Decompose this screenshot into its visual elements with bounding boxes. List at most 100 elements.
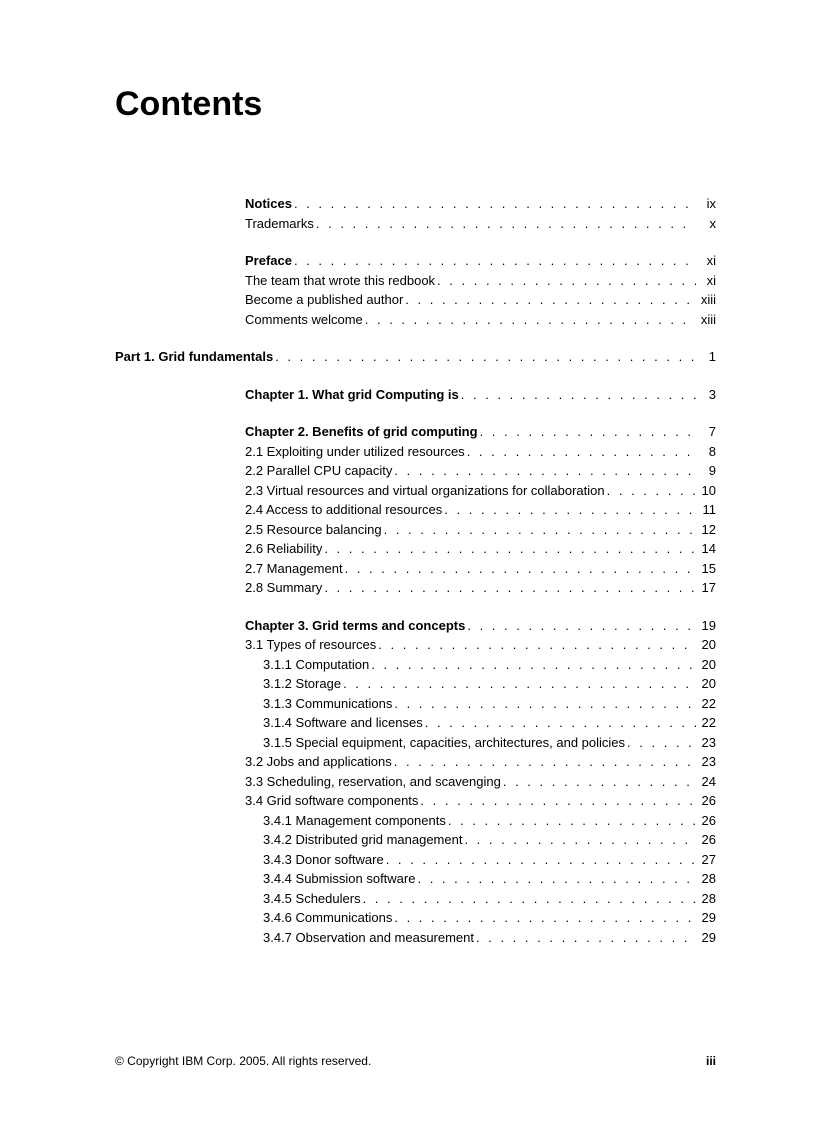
toc-entry-label: 2.6 Reliability	[245, 539, 322, 559]
toc-entry-page: ix	[698, 194, 716, 214]
toc-group: PrefacexiThe team that wrote this redboo…	[115, 251, 716, 329]
toc-entry-page: 26	[698, 791, 716, 811]
toc-entry-page: 22	[698, 713, 716, 733]
toc-group: Notices ix Trademarks x	[115, 194, 716, 233]
toc-entry-label: Become a published author	[245, 290, 403, 310]
toc-entry-label: 3.2 Jobs and applications	[245, 752, 392, 772]
toc-entry-page: 3	[698, 385, 716, 405]
toc-leader-dots	[275, 347, 696, 367]
toc-leader-dots	[394, 694, 696, 714]
toc-entry-label: 2.7 Management	[245, 559, 343, 579]
toc-entry-label: Preface	[245, 251, 292, 271]
toc-entry-page: 7	[698, 422, 716, 442]
toc-leader-dots	[448, 811, 696, 831]
toc-entry: 2.5 Resource balancing 12	[245, 520, 716, 540]
table-of-contents: NoticesixTrademarksxPrefacexiThe team th…	[115, 194, 716, 947]
toc-entry-label: Chapter 2. Benefits of grid computing	[245, 422, 478, 442]
toc-leader-dots	[425, 713, 696, 733]
toc-entry-label: 3.1.3 Communications	[263, 694, 392, 714]
toc-entry: 3.4 Grid software components26	[245, 791, 716, 811]
toc-entry: Chapter 2. Benefits of grid computing 7	[245, 422, 716, 442]
toc-entry-label: 3.4.5 Schedulers	[263, 889, 361, 909]
toc-entry-page: 17	[698, 578, 716, 598]
footer-page-number: iii	[706, 1054, 716, 1068]
toc-leader-dots	[363, 889, 696, 909]
toc-entry-page: xi	[698, 251, 716, 271]
toc-entry: The team that wrote this redbookxi	[245, 271, 716, 291]
toc-entry: 2.6 Reliability 14	[245, 539, 716, 559]
toc-entry: 3.4.3 Donor software27	[263, 850, 716, 870]
toc-leader-dots	[294, 251, 696, 271]
toc-entry-label: Chapter 3. Grid terms and concepts	[245, 616, 465, 636]
toc-entry: 2.2 Parallel CPU capacity9	[245, 461, 716, 481]
toc-entry-label: 2.8 Summary	[245, 578, 322, 598]
toc-leader-dots	[394, 461, 696, 481]
toc-entry-label: 2.3 Virtual resources and virtual organi…	[245, 481, 605, 501]
toc-entry-label: 3.1.5 Special equipment, capacities, arc…	[263, 733, 625, 753]
toc-entry-page: xiii	[698, 290, 716, 310]
toc-entry-label: 3.3 Scheduling, reservation, and scaveng…	[245, 772, 501, 792]
toc-leader-dots	[444, 500, 696, 520]
toc-entry-label: 2.4 Access to additional resources	[245, 500, 442, 520]
toc-entry-page: 23	[698, 752, 716, 772]
toc-entry-label: Notices	[245, 194, 292, 214]
toc-group: Chapter 3. Grid terms and concepts193.1 …	[115, 616, 716, 948]
toc-entry: 2.4 Access to additional resources 11	[245, 500, 716, 520]
toc-entry-page: 20	[698, 655, 716, 675]
toc-entry-page: 15	[698, 559, 716, 579]
toc-entry-page: 1	[698, 347, 716, 367]
toc-leader-dots	[386, 850, 696, 870]
toc-entry-label: 2.5 Resource balancing	[245, 520, 382, 540]
toc-entry-page: 11	[698, 500, 716, 520]
toc-leader-dots	[467, 442, 696, 462]
toc-leader-dots	[343, 674, 696, 694]
toc-entry: 3.1.1 Computation 20	[263, 655, 716, 675]
toc-entry: 3.3 Scheduling, reservation, and scaveng…	[245, 772, 716, 792]
toc-leader-dots	[294, 194, 696, 214]
toc-entry: Chapter 3. Grid terms and concepts19	[245, 616, 716, 636]
toc-entry-page: 29	[698, 928, 716, 948]
toc-leader-dots	[405, 290, 696, 310]
toc-entry-page: 12	[698, 520, 716, 540]
toc-leader-dots	[503, 772, 696, 792]
toc-leader-dots	[324, 539, 696, 559]
toc-leader-dots	[384, 520, 696, 540]
toc-entry: Part 1. Grid fundamentals 1	[115, 347, 716, 367]
toc-leader-dots	[378, 635, 696, 655]
toc-entry-page: x	[698, 214, 716, 234]
toc-entry: 2.1 Exploiting under utilized resources8	[245, 442, 716, 462]
toc-entry: 3.4.4 Submission software28	[263, 869, 716, 889]
toc-leader-dots	[467, 616, 696, 636]
toc-group: Part 1. Grid fundamentals 1	[115, 347, 716, 367]
toc-leader-dots	[464, 830, 696, 850]
toc-entry: Notices ix	[245, 194, 716, 214]
toc-entry-page: 22	[698, 694, 716, 714]
toc-entry-page: 20	[698, 674, 716, 694]
toc-entry: 3.4.5 Schedulers 28	[263, 889, 716, 909]
toc-entry: 3.1.2 Storage20	[263, 674, 716, 694]
toc-entry: 3.4.7 Observation and measurement29	[263, 928, 716, 948]
toc-entry: Preface xi	[245, 251, 716, 271]
toc-entry-label: 2.2 Parallel CPU capacity	[245, 461, 392, 481]
toc-leader-dots	[480, 422, 696, 442]
toc-group: Chapter 1. What grid Computing is3	[115, 385, 716, 405]
toc-entry-page: 14	[698, 539, 716, 559]
toc-entry-label: 3.1.4 Software and licenses	[263, 713, 423, 733]
toc-leader-dots	[627, 733, 696, 753]
toc-entry-page: 24	[698, 772, 716, 792]
toc-entry-page: 29	[698, 908, 716, 928]
toc-entry-page: 27	[698, 850, 716, 870]
page-title: Contents	[115, 85, 716, 124]
toc-group: Chapter 2. Benefits of grid computing72.…	[115, 422, 716, 598]
toc-entry-label: 3.1.1 Computation	[263, 655, 369, 675]
toc-entry-page: 10	[698, 481, 716, 501]
toc-leader-dots	[371, 655, 696, 675]
toc-entry-page: 28	[698, 889, 716, 909]
toc-entry-label: Trademarks	[245, 214, 314, 234]
toc-entry: 3.1.3 Communications 22	[263, 694, 716, 714]
toc-leader-dots	[394, 752, 696, 772]
toc-entry-label: Part 1. Grid fundamentals	[115, 347, 273, 367]
toc-entry-label: The team that wrote this redbook	[245, 271, 435, 291]
toc-leader-dots	[365, 310, 696, 330]
toc-entry: 3.2 Jobs and applications 23	[245, 752, 716, 772]
